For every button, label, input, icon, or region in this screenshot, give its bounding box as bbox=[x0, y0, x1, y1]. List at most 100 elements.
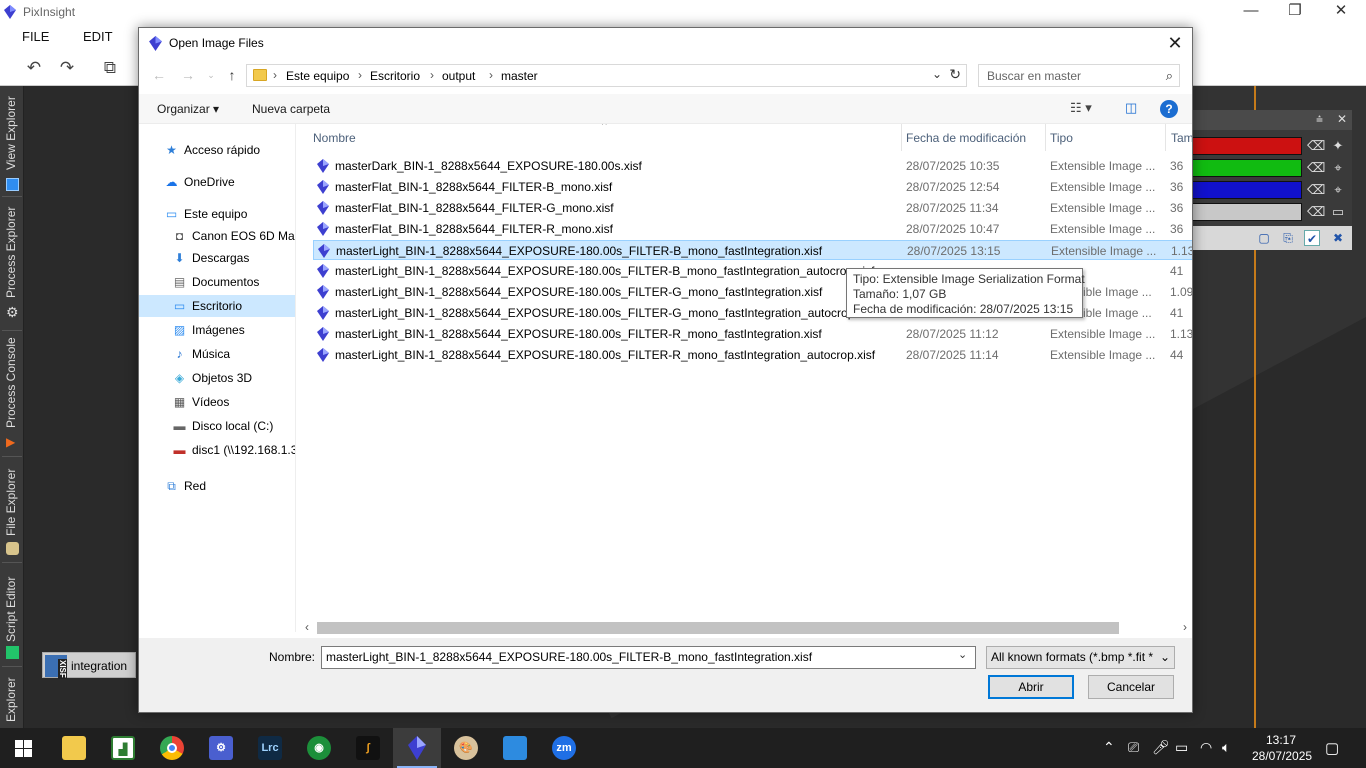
breadcrumb-este-equipo[interactable]: Este equipo bbox=[286, 69, 349, 83]
tab-script-editor[interactable]: Script Editor bbox=[0, 564, 24, 664]
start-button[interactable] bbox=[0, 728, 48, 768]
file-row[interactable]: masterFlat_BIN-1_8288x5644_FILTER-G_mono… bbox=[313, 198, 1192, 218]
file-row[interactable]: masterDark_BIN-1_8288x5644_EXPOSURE-180.… bbox=[313, 156, 1192, 176]
nav-item[interactable]: ▭ Este equipo bbox=[139, 203, 295, 225]
nav-item[interactable]: ⧉ Red bbox=[139, 475, 295, 497]
restore-icon[interactable]: ❐ bbox=[1272, 0, 1318, 24]
crosshair-icon[interactable]: ⌖ bbox=[1330, 182, 1346, 198]
nav-item[interactable]: ▭ Escritorio bbox=[139, 295, 295, 317]
taskbar-astro[interactable]: ∫ bbox=[344, 728, 392, 768]
minimize-icon[interactable]: — bbox=[1228, 0, 1274, 24]
blue-channel-bar[interactable] bbox=[1192, 181, 1302, 199]
tab-process-console[interactable]: Process Console ▶ bbox=[0, 332, 24, 452]
nav-item[interactable]: ☁ OneDrive bbox=[139, 171, 295, 193]
file-row[interactable]: masterLight_BIN-1_8288x5644_EXPOSURE-180… bbox=[313, 324, 1192, 344]
taskbar-chrome[interactable] bbox=[148, 728, 196, 768]
file-row[interactable]: masterLight_BIN-1_8288x5644_EXPOSURE-180… bbox=[313, 345, 1192, 365]
luminance-channel-bar[interactable] bbox=[1192, 203, 1302, 221]
column-divider[interactable] bbox=[1165, 124, 1166, 151]
scroll-left-icon[interactable]: ‹ bbox=[305, 620, 309, 634]
volume-icon[interactable]: 🔈︎ bbox=[1222, 739, 1230, 756]
column-header-type[interactable]: Tipo bbox=[1050, 124, 1165, 151]
clear-icon[interactable]: ⌫ bbox=[1307, 138, 1325, 154]
file-row[interactable]: masterFlat_BIN-1_8288x5644_FILTER-R_mono… bbox=[313, 219, 1192, 239]
redo-icon[interactable]: ↷ bbox=[57, 59, 77, 77]
taskbar-spreadsheet[interactable]: ▟ bbox=[99, 728, 147, 768]
close-icon[interactable]: ✕ bbox=[1318, 0, 1364, 24]
column-divider[interactable] bbox=[1045, 124, 1046, 151]
column-header-date[interactable]: Fecha de modificación bbox=[906, 124, 1046, 151]
taskbar-lightroom[interactable]: Lrc bbox=[246, 728, 294, 768]
taskbar-desktop-window[interactable] bbox=[491, 728, 539, 768]
tab-view-explorer[interactable]: View Explorer bbox=[0, 90, 24, 191]
reset-icon[interactable]: ✖ bbox=[1330, 230, 1346, 246]
show-hidden-icons[interactable]: ⌃ bbox=[1103, 739, 1115, 756]
menu-file[interactable]: FILE bbox=[22, 29, 49, 44]
cancel-button[interactable]: Cancelar bbox=[1088, 675, 1174, 699]
nav-item[interactable]: ▬ Disco local (C:) bbox=[139, 415, 295, 437]
nav-item[interactable]: ▤ Documentos bbox=[139, 271, 295, 293]
nav-item[interactable]: ⬇ Descargas bbox=[139, 247, 295, 269]
up-arrow-icon[interactable]: ↑ bbox=[222, 65, 242, 85]
webcam-icon[interactable]: ⎚ bbox=[1128, 739, 1139, 756]
nav-item[interactable]: ▬ disc1 (\\192.168.1.3) bbox=[139, 439, 296, 461]
green-channel-bar[interactable] bbox=[1192, 159, 1302, 177]
nav-item[interactable]: ▦ Vídeos bbox=[139, 391, 295, 413]
taskbar-paint[interactable]: 🎨 bbox=[442, 728, 490, 768]
nav-item[interactable]: ★ Acceso rápido bbox=[139, 139, 295, 161]
file-row[interactable]: masterLight_BIN-1_8288x5644_EXPOSURE-180… bbox=[313, 240, 1192, 260]
battery-icon[interactable]: ▭ bbox=[1175, 739, 1188, 756]
taskbar-zoom[interactable]: zm bbox=[540, 728, 588, 768]
new-instance-icon[interactable]: ▢ bbox=[1256, 230, 1272, 246]
undo-icon[interactable]: ↶ bbox=[24, 59, 44, 77]
chevron-down-icon[interactable]: ⌄ bbox=[958, 648, 967, 661]
filename-input[interactable]: masterLight_BIN-1_8288x5644_EXPOSURE-180… bbox=[321, 646, 976, 669]
horizontal-scrollbar[interactable]: ‹ › bbox=[301, 620, 1192, 636]
monitor-icon[interactable]: ▭ bbox=[1330, 204, 1346, 220]
recent-locations-icon[interactable]: ⌄ bbox=[201, 65, 221, 85]
preview-pane-icon[interactable]: ◫ bbox=[1125, 100, 1137, 116]
column-header-name[interactable]: Nombre bbox=[313, 124, 898, 151]
scrollbar-thumb[interactable] bbox=[317, 622, 1119, 634]
file-type-select[interactable]: All known formats (*.bmp *.fit * ⌄ bbox=[986, 646, 1175, 669]
panel-collapse-icon[interactable]: ⩮ bbox=[1316, 112, 1323, 127]
wifi-icon[interactable]: ◠ bbox=[1200, 739, 1212, 756]
chevron-down-icon[interactable]: ⌄ bbox=[932, 67, 942, 81]
file-row[interactable]: masterFlat_BIN-1_8288x5644_FILTER-B_mono… bbox=[313, 177, 1192, 197]
apply-check-icon[interactable]: ✔ bbox=[1304, 230, 1320, 246]
back-arrow-icon[interactable]: ← bbox=[149, 65, 169, 85]
help-icon[interactable]: ? bbox=[1160, 100, 1178, 118]
clear-icon[interactable]: ⌫ bbox=[1307, 204, 1325, 220]
clear-icon[interactable]: ⌫ bbox=[1307, 182, 1325, 198]
taskbar-network-tool[interactable]: ⚙ bbox=[197, 728, 245, 768]
menu-edit[interactable]: EDIT bbox=[83, 29, 113, 44]
red-channel-bar[interactable] bbox=[1192, 137, 1302, 155]
clear-icon[interactable]: ⌫ bbox=[1307, 160, 1325, 176]
dialog-close-icon[interactable]: ✕ bbox=[1158, 28, 1192, 58]
open-button[interactable]: Abrir bbox=[988, 675, 1074, 699]
breadcrumb-output[interactable]: output bbox=[442, 69, 475, 83]
breadcrumb-escritorio[interactable]: Escritorio bbox=[370, 69, 420, 83]
breadcrumb-master[interactable]: master bbox=[501, 69, 538, 83]
address-bar[interactable]: › Este equipo › Escritorio › output › ma… bbox=[246, 64, 967, 87]
column-header-size[interactable]: Tam bbox=[1171, 124, 1192, 151]
taskbar-file-explorer[interactable] bbox=[50, 728, 98, 768]
taskbar-media[interactable]: ◉ bbox=[295, 728, 343, 768]
new-folder-button[interactable]: Nueva carpeta bbox=[252, 102, 330, 116]
search-input[interactable]: Buscar en master ⌕ bbox=[978, 64, 1180, 87]
target-icon[interactable]: ✦ bbox=[1330, 138, 1346, 154]
notifications-icon[interactable]: ▢ bbox=[1325, 739, 1339, 757]
scroll-right-icon[interactable]: › bbox=[1183, 620, 1187, 634]
nav-item[interactable]: ◈ Objetos 3D bbox=[139, 367, 295, 389]
view-options-icon[interactable]: ☷ ▾ bbox=[1070, 100, 1092, 116]
tab-process-explorer[interactable]: Process Explorer ⚙ bbox=[0, 198, 24, 326]
tab-explorer[interactable]: Explorer bbox=[0, 668, 24, 726]
document-icon[interactable]: ⎘ bbox=[1280, 230, 1296, 246]
organize-button[interactable]: Organizar ▾ bbox=[157, 102, 219, 116]
microphone-icon[interactable]: 🎤︎ bbox=[1152, 739, 1170, 756]
system-clock[interactable]: 13:17 28/07/2025 bbox=[1252, 732, 1312, 764]
tab-file-explorer[interactable]: File Explorer bbox=[0, 460, 24, 560]
column-divider[interactable] bbox=[901, 124, 902, 151]
nav-item[interactable]: ▨ Imágenes bbox=[139, 319, 295, 341]
refresh-icon[interactable]: ↻ bbox=[949, 66, 961, 83]
